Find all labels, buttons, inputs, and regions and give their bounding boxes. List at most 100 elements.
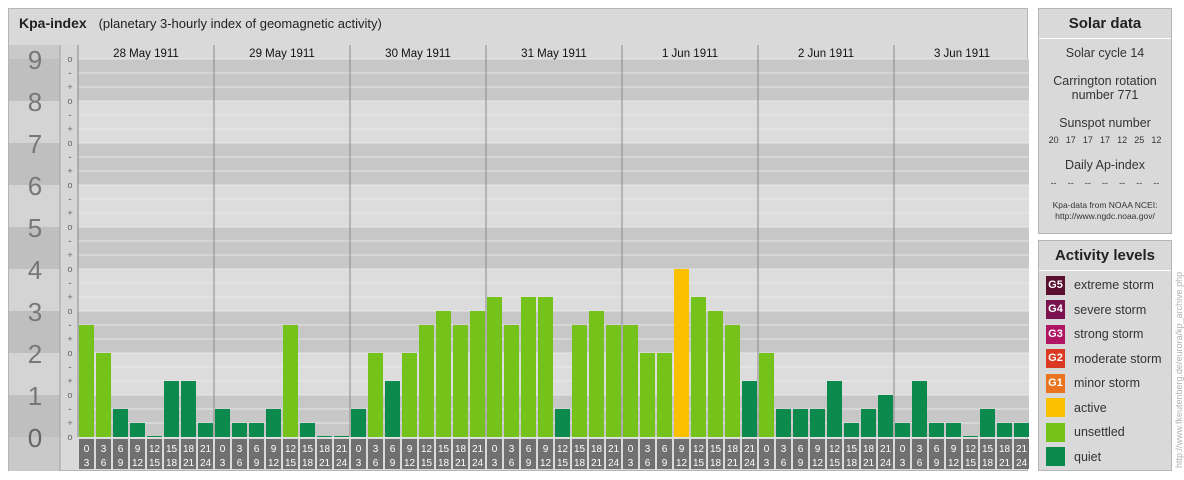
interval-end: 3: [220, 458, 226, 469]
interval-end: 24: [1016, 458, 1028, 469]
interval-start: 9: [815, 444, 821, 455]
interval-end: 15: [557, 458, 569, 469]
legend-swatch: G1: [1046, 373, 1065, 393]
kp-tick-label: 2: [28, 339, 42, 369]
kp-tick-label: 5: [28, 213, 42, 243]
kp-bar: [113, 408, 128, 437]
watermark-url: http://www.fkeutenberg.de/eurora/kp_arch…: [1174, 271, 1184, 468]
interval-start: 0: [356, 444, 362, 455]
kp-band: [9, 143, 1029, 185]
interval-start: 18: [591, 444, 603, 455]
kp-bar: [385, 381, 400, 437]
interval-end: 21: [183, 458, 195, 469]
interval-end: 18: [302, 458, 314, 469]
interval-start: 9: [407, 444, 413, 455]
interval-end: 12: [404, 458, 416, 469]
interval-end: 18: [710, 458, 722, 469]
interval-end: 24: [200, 458, 212, 469]
legend-label: extreme storm: [1074, 278, 1154, 292]
kp-bar: [793, 408, 808, 437]
interval-end: 6: [237, 458, 243, 469]
sunspot-value: 12: [1117, 135, 1128, 145]
interval-end: 6: [781, 458, 787, 469]
interval-end: 12: [948, 458, 960, 469]
kp-bar: [266, 408, 281, 437]
interval-start: 3: [101, 444, 107, 455]
sub-tick-label: -: [69, 110, 72, 120]
interval-end: 15: [693, 458, 705, 469]
kp-bar: [725, 324, 740, 437]
kp-bar: [861, 408, 876, 437]
day-label: 2 Jun 1911: [798, 48, 854, 60]
interval-end: 12: [268, 458, 280, 469]
interval-start: 3: [237, 444, 243, 455]
kp-bar: [351, 408, 366, 437]
ap-value: --: [1153, 178, 1160, 188]
ap-value: --: [1136, 178, 1143, 188]
interval-end: 21: [999, 458, 1011, 469]
kp-bar: [674, 269, 689, 437]
credit-line-2: http://www.ngdc.noaa.gov/: [1055, 211, 1155, 221]
kp-bar: [980, 408, 995, 437]
interval-start: 12: [285, 444, 297, 455]
interval-start: 6: [662, 444, 668, 455]
kp-bar: [419, 324, 434, 437]
kp-bar: [181, 381, 196, 437]
kp-bar: [946, 423, 961, 437]
kp-bar: [368, 353, 383, 437]
legend-label: moderate storm: [1074, 351, 1162, 366]
interval-start: 18: [999, 444, 1011, 455]
interval-end: 21: [727, 458, 739, 469]
sub-tick-label: +: [67, 124, 72, 134]
chart-panel: Kpa-index (planetary 3-hourly index of g…: [8, 8, 1029, 471]
kp-bar: [300, 423, 315, 437]
sunspot-value: 20: [1048, 135, 1059, 145]
activity-levels-title: Activity levels: [1039, 241, 1171, 271]
interval-start: 21: [336, 444, 348, 455]
day-label: 29 May 1911: [249, 48, 315, 60]
kp-bar: [963, 436, 978, 437]
kp-bar: [402, 353, 417, 437]
ap-value: --: [1101, 178, 1108, 188]
kp-bar: [929, 423, 944, 437]
kp-bar: [691, 297, 706, 437]
sub-tick-label: o: [67, 54, 72, 64]
interval-end: 9: [254, 458, 260, 469]
interval-end: 24: [744, 458, 756, 469]
interval-start: 18: [863, 444, 875, 455]
kp-bar: [334, 436, 349, 437]
interval-start: 3: [781, 444, 787, 455]
sub-tick-label: -: [69, 152, 72, 162]
interval-start: 15: [302, 444, 314, 455]
interval-start: 0: [628, 444, 634, 455]
kp-bar: [521, 297, 536, 437]
interval-end: 15: [421, 458, 433, 469]
interval-start: 0: [900, 444, 906, 455]
interval-start: 3: [509, 444, 515, 455]
kp-bar: [215, 408, 230, 437]
sub-tick-label: -: [69, 362, 72, 372]
interval-start: 15: [846, 444, 858, 455]
interval-start: 6: [798, 444, 804, 455]
solar-cycle: Solar cycle 14: [1065, 46, 1145, 60]
kp-bar: [742, 381, 757, 437]
kpa-chart: 0123456789o+-o+-o+-o+-o+-o+-o+-o+-o+-o--…: [9, 45, 1029, 471]
interval-start: 18: [183, 444, 195, 455]
legend-label: strong storm: [1074, 327, 1144, 341]
sub-tick-label: +: [67, 292, 72, 302]
interval-end: 6: [509, 458, 515, 469]
interval-start: 15: [166, 444, 178, 455]
interval-start: 18: [727, 444, 739, 455]
kp-bar: [878, 395, 893, 437]
legend-label: unsettled: [1074, 425, 1125, 439]
interval-start: 12: [149, 444, 161, 455]
sub-tick-label: +: [67, 418, 72, 428]
sub-tick-label: -: [69, 68, 72, 78]
kp-bar: [623, 324, 638, 437]
interval-start: 21: [472, 444, 484, 455]
interval-end: 24: [472, 458, 484, 469]
interval-end: 9: [118, 458, 124, 469]
kp-bar: [249, 423, 264, 437]
kp-bar: [147, 436, 162, 437]
kp-bar: [657, 353, 672, 437]
